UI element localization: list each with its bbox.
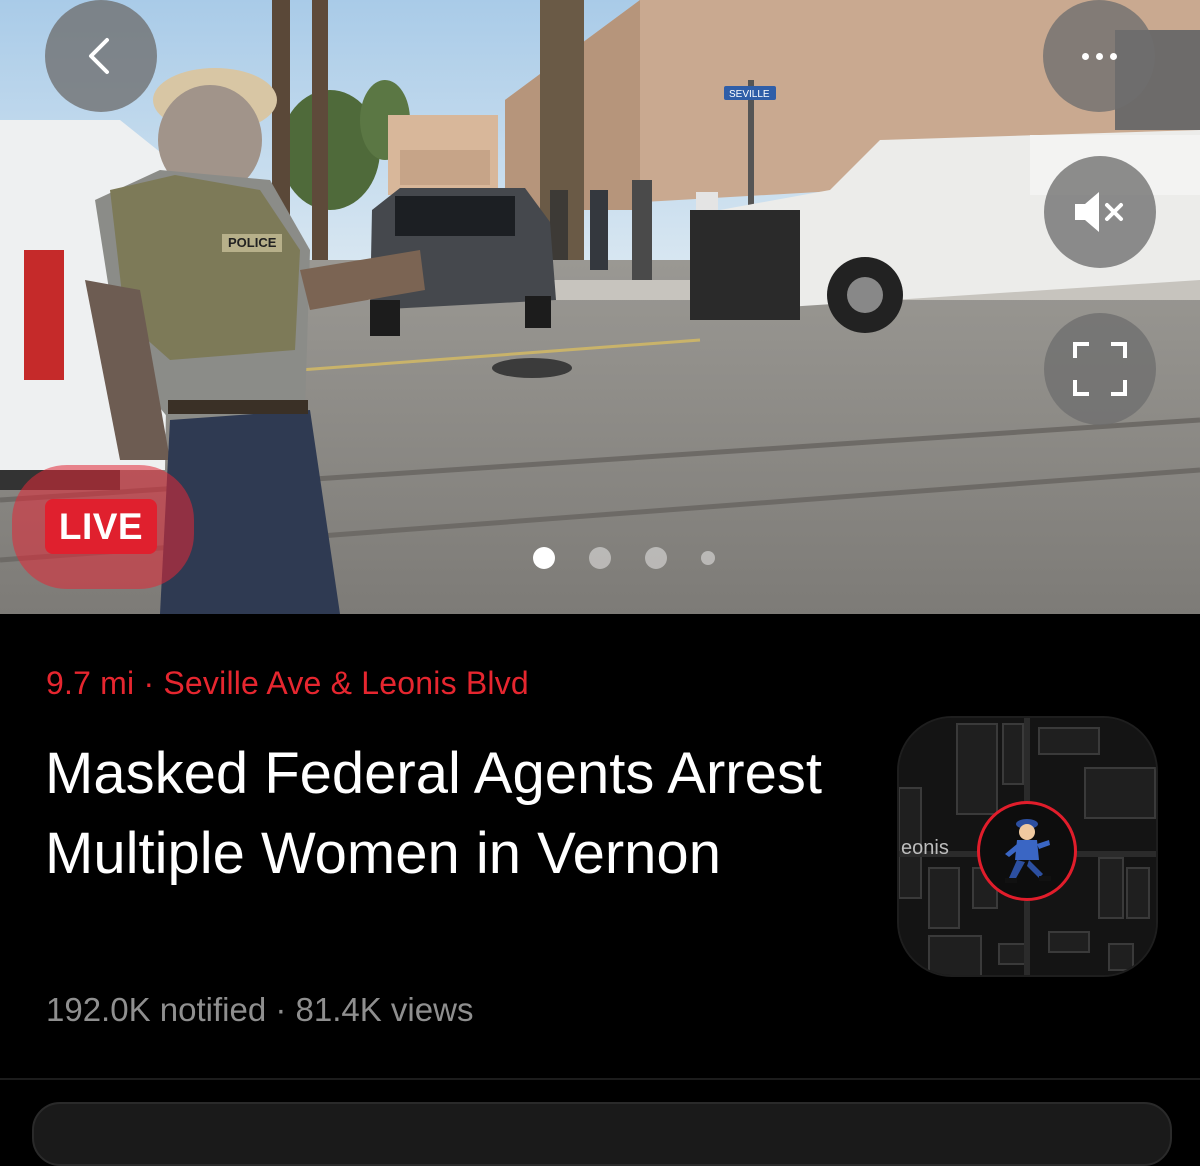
- stats-separator: ·: [275, 991, 287, 1028]
- location-label: Seville Ave & Leonis Blvd: [163, 665, 529, 701]
- incident-location-line[interactable]: 9.7 mi · Seville Ave & Leonis Blvd: [46, 665, 529, 702]
- ellipsis-icon: [1081, 52, 1117, 60]
- section-divider: [0, 1078, 1200, 1080]
- fullscreen-icon: [1073, 342, 1127, 396]
- view-count: 81.4K views: [295, 991, 474, 1028]
- next-section-card[interactable]: [32, 1102, 1172, 1166]
- chevron-left-icon: [89, 38, 109, 74]
- incident-stats: 192.0K notified · 81.4K views: [46, 991, 473, 1029]
- distance-label: 9.7 mi: [46, 665, 135, 701]
- page-dot-2[interactable]: [589, 547, 611, 569]
- media-page-indicator[interactable]: [533, 547, 715, 569]
- live-badge: LIVE: [45, 499, 157, 554]
- map-incident-marker[interactable]: [977, 801, 1077, 901]
- map-street-label: eonis: [901, 837, 949, 859]
- back-button[interactable]: [45, 0, 157, 112]
- street-sign-text: SEVILLE: [729, 89, 770, 100]
- page-dot-4[interactable]: [701, 551, 715, 565]
- page-dot-1[interactable]: [533, 547, 555, 569]
- page-dot-3[interactable]: [645, 547, 667, 569]
- incident-title: Masked Federal Agents Arrest Multiple Wo…: [45, 741, 822, 886]
- fullscreen-button[interactable]: [1044, 313, 1156, 425]
- vest-label: POLICE: [228, 235, 277, 250]
- incident-details: 9.7 mi · Seville Ave & Leonis Blvd Maske…: [0, 614, 1200, 1166]
- more-options-button[interactable]: [1043, 0, 1155, 112]
- running-officer-icon: [1005, 819, 1051, 883]
- incident-map-thumbnail[interactable]: eonis: [897, 716, 1158, 977]
- meta-separator: ·: [143, 665, 155, 701]
- notified-count: 192.0K notified: [46, 991, 267, 1028]
- mute-toggle-button[interactable]: [1044, 156, 1156, 268]
- speaker-muted-icon: [1075, 192, 1123, 232]
- video-player[interactable]: SEVILLE POLICE LIVE: [0, 0, 1200, 614]
